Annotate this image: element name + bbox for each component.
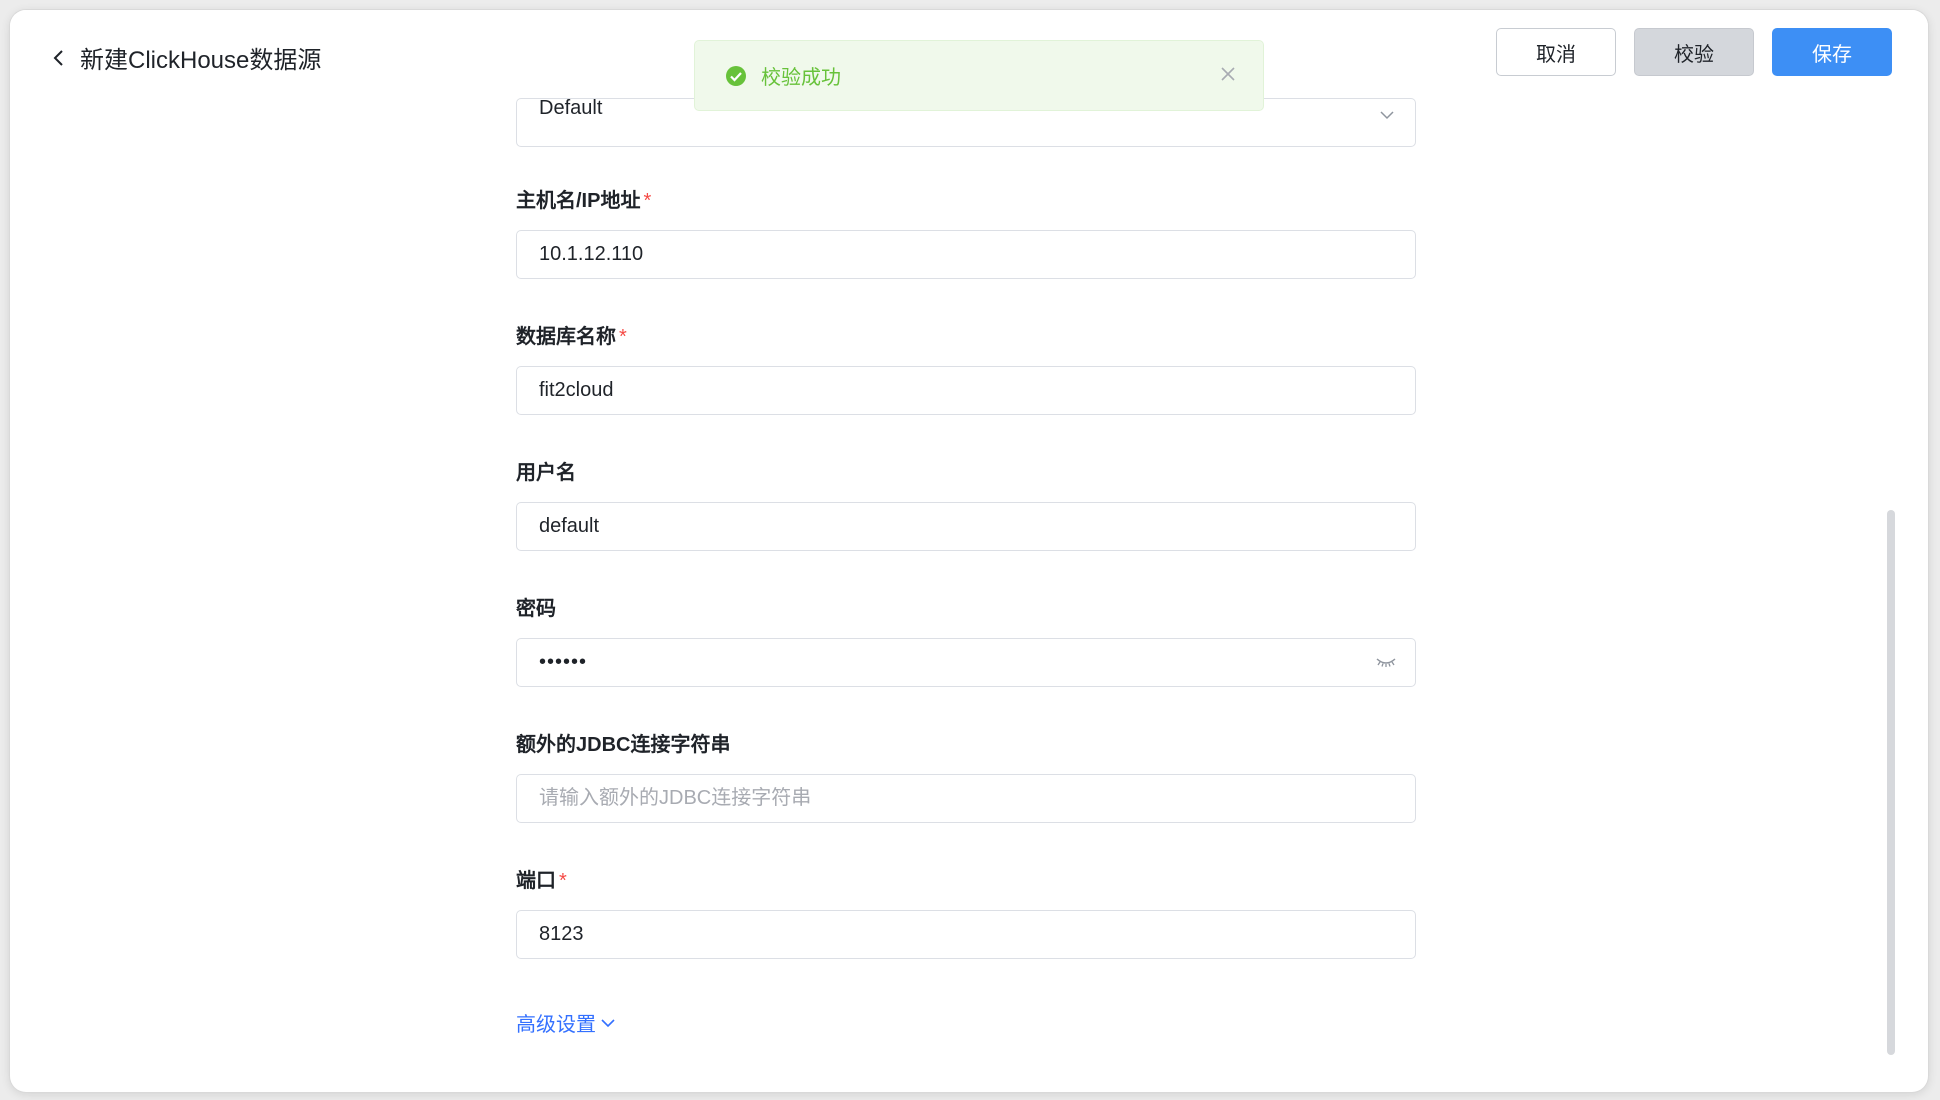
chevron-left-icon [46,45,72,71]
header-actions: 取消 校验 保存 [1496,28,1892,76]
content-area: Default 主机名/IP地址 * 10.1.12.110 数据库名称 * fit… [46,98,1894,1056]
chevron-down-icon [600,1018,616,1028]
eye-closed-icon[interactable] [1375,653,1397,676]
username-label: 用户名 [516,462,576,484]
username-field: 用户名 default [516,459,1416,551]
database-label: 数据库名称 * [516,326,627,348]
password-input[interactable]: •••••• [516,638,1416,687]
cancel-button[interactable]: 取消 [1496,28,1616,76]
jdbc-label: 额外的JDBC连接字符串 [516,734,731,756]
toast-message: 校验成功 [761,67,841,89]
required-mark: * [619,326,627,348]
success-toast: 校验成功 [694,40,1264,111]
database-input-value: fit2cloud [539,379,614,401]
advanced-settings-toggle[interactable]: 高级设置 [516,1008,616,1037]
username-input[interactable]: default [516,502,1416,551]
check-circle-icon [725,65,747,87]
host-input-value: 10.1.12.110 [539,243,644,265]
host-input[interactable]: 10.1.12.110 [516,230,1416,279]
host-field: 主机名/IP地址 * 10.1.12.110 [516,187,1416,279]
port-field: 端口 * 8123 [516,867,1416,959]
back-button[interactable]: 新建ClickHouse数据源 [46,40,321,75]
password-field: 密码 •••••• [516,595,1416,687]
advanced-settings-label: 高级设置 [516,1014,596,1036]
form-panel: Default 主机名/IP地址 * 10.1.12.110 数据库名称 * fit… [46,98,1894,1056]
port-input[interactable]: 8123 [516,910,1416,959]
password-label: 密码 [516,598,556,620]
host-label: 主机名/IP地址 * [516,190,652,212]
username-input-value: default [539,515,600,537]
page-title: 新建ClickHouse数据源 [80,47,322,74]
chevron-down-icon [1379,107,1395,125]
dialog-window: 新建ClickHouse数据源 取消 校验 保存 Default 主机名/IP地… [10,10,1928,1092]
jdbc-input[interactable]: 请输入额外的JDBC连接字符串 [516,774,1416,823]
verify-button[interactable]: 校验 [1634,28,1754,76]
save-button[interactable]: 保存 [1772,28,1892,76]
jdbc-input-placeholder: 请输入额外的JDBC连接字符串 [539,787,812,809]
database-field: 数据库名称 * fit2cloud [516,323,1416,415]
required-mark: * [559,870,567,892]
port-input-value: 8123 [539,923,584,945]
password-input-value: •••••• [539,651,588,673]
driver-select-value: Default [539,98,603,119]
database-input[interactable]: fit2cloud [516,366,1416,415]
port-label: 端口 * [516,870,567,892]
vertical-scrollbar[interactable] [1887,510,1895,1055]
jdbc-field: 额外的JDBC连接字符串 请输入额外的JDBC连接字符串 [516,731,1416,823]
required-mark: * [643,190,652,212]
close-icon[interactable] [1219,65,1237,88]
